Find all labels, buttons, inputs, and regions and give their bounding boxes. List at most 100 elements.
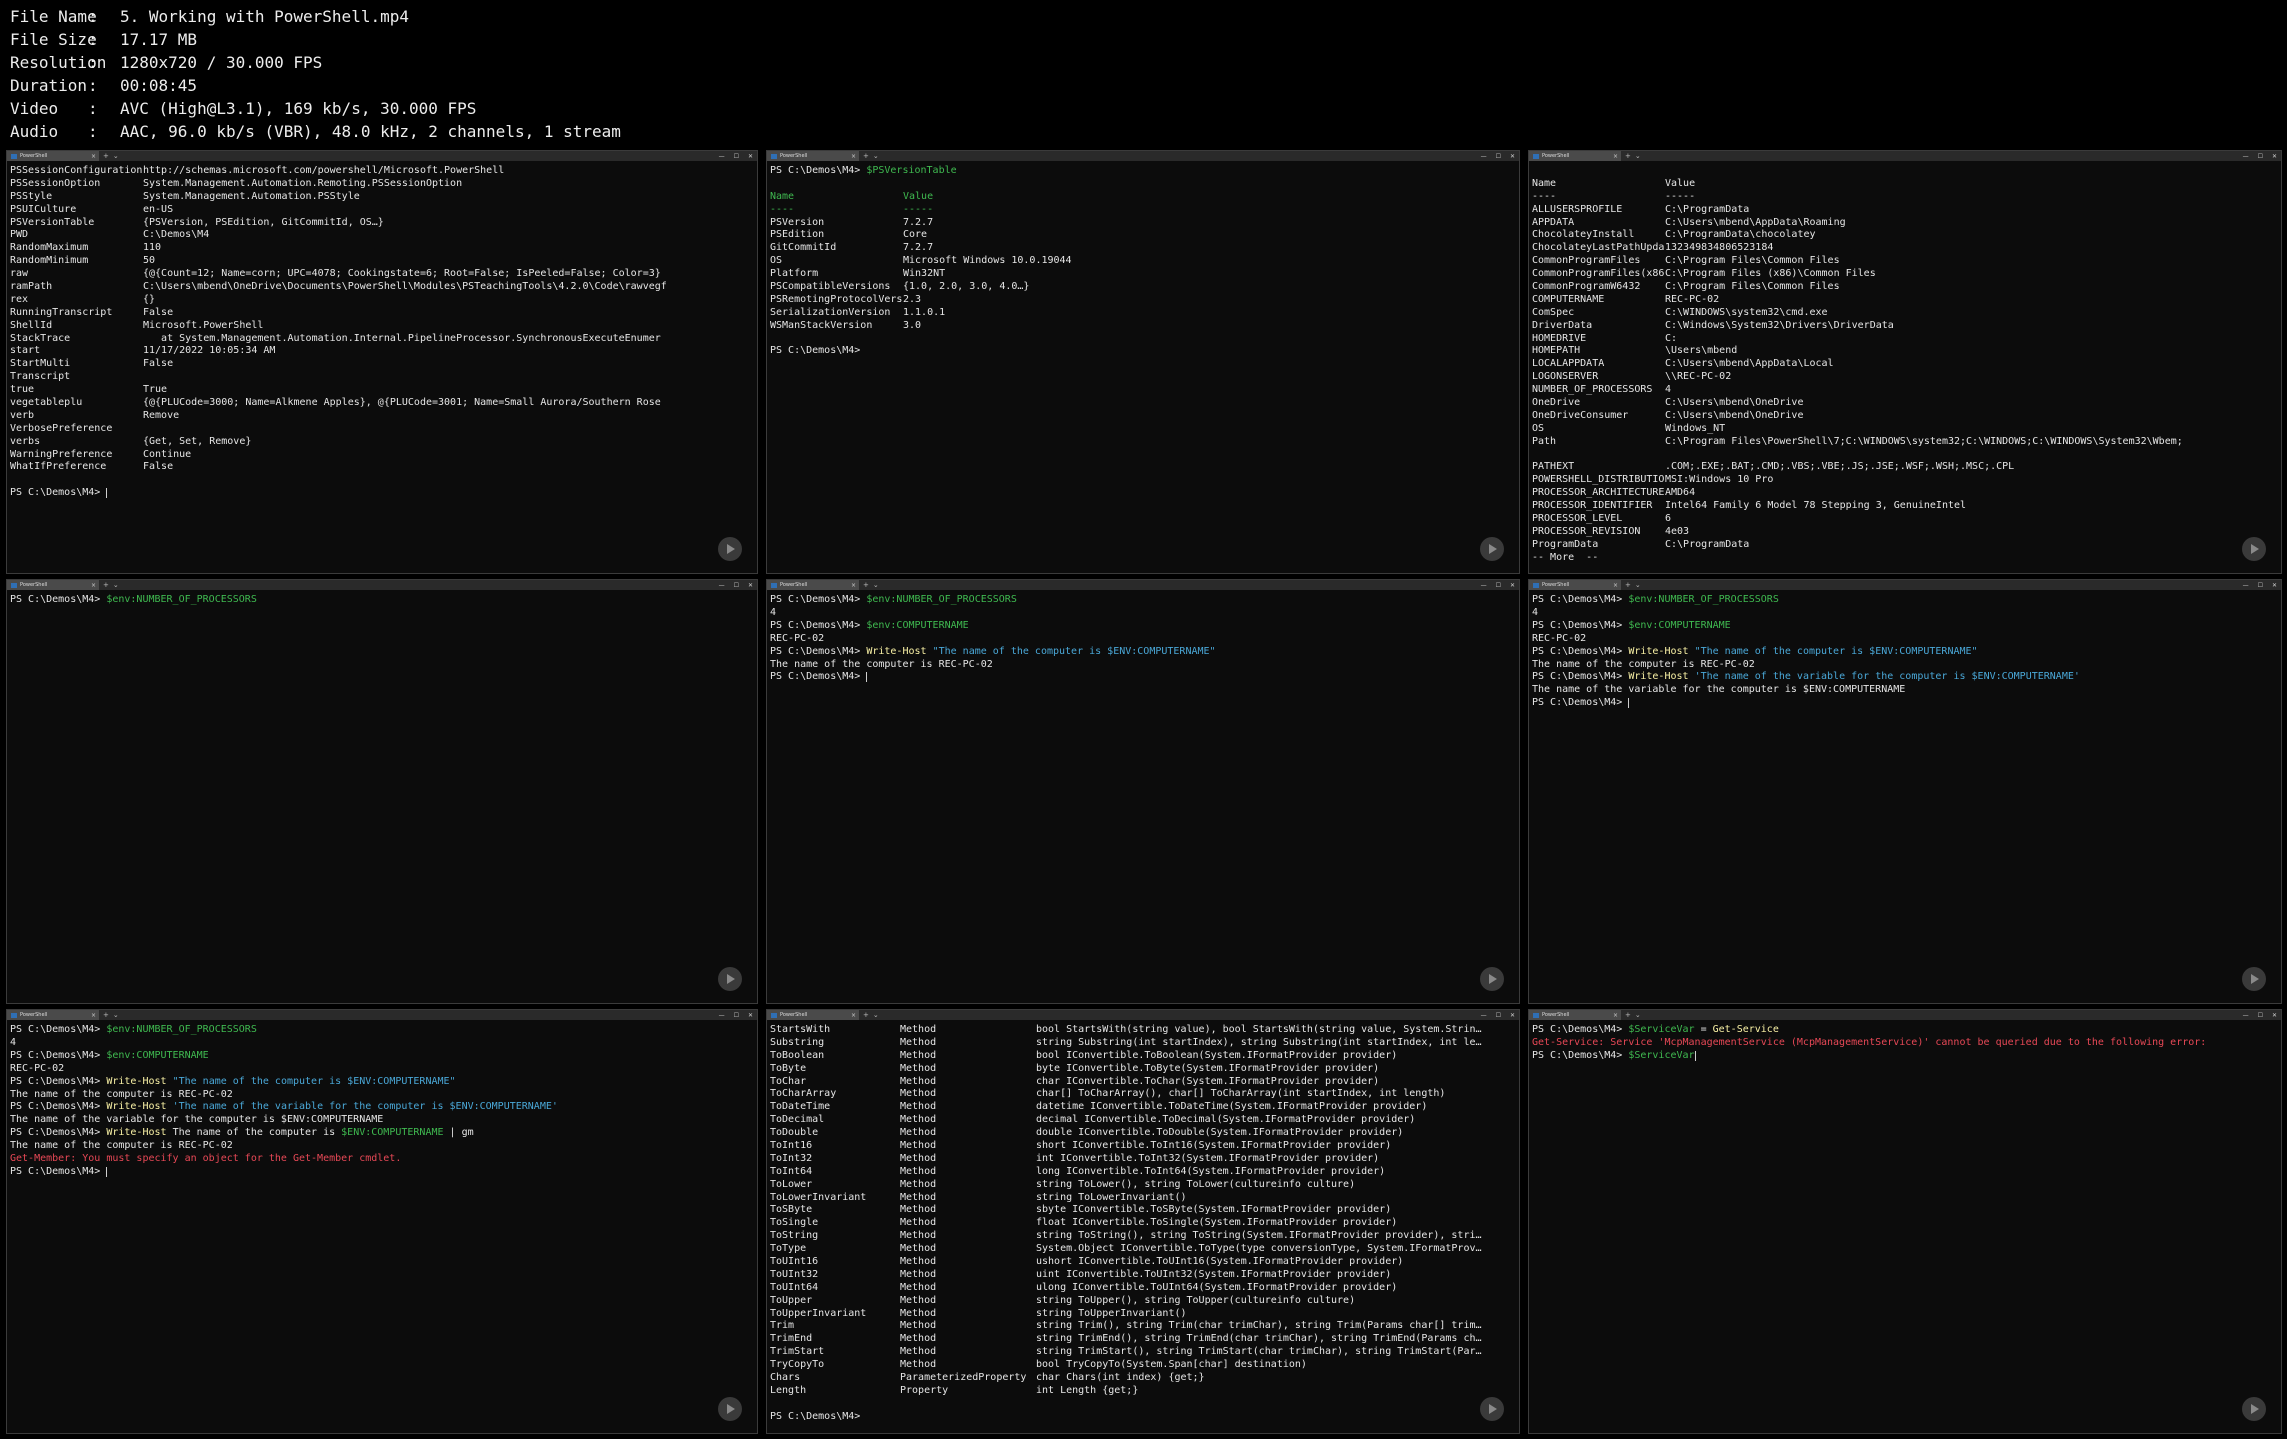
- terminal-output[interactable]: PSSessionConfigurationNamehttp://schemas…: [7, 161, 757, 504]
- new-tab-icon[interactable]: +: [103, 152, 109, 160]
- title-bar[interactable]: PowerShell × + ⌄ — ☐ ✕: [767, 151, 1519, 161]
- terminal-tab[interactable]: PowerShell ×: [7, 151, 99, 161]
- play-button[interactable]: [2242, 967, 2266, 991]
- tab-close-icon[interactable]: ×: [91, 153, 96, 160]
- terminal-window[interactable]: PowerShell × + ⌄ — ☐ ✕ PSSessionConfigurationNa…: [6, 150, 758, 574]
- new-tab-icon[interactable]: +: [863, 1011, 869, 1019]
- chevron-down-icon[interactable]: ⌄: [873, 152, 879, 160]
- chevron-down-icon[interactable]: ⌄: [113, 1011, 119, 1019]
- close-icon[interactable]: ✕: [2272, 582, 2277, 589]
- minimize-icon[interactable]: —: [719, 153, 725, 160]
- tab-close-icon[interactable]: ×: [851, 582, 856, 589]
- title-bar[interactable]: PowerShell × + ⌄ — ☐ ✕: [7, 580, 757, 590]
- minimize-icon[interactable]: —: [1481, 1012, 1487, 1019]
- minimize-icon[interactable]: —: [1481, 582, 1487, 589]
- tab-close-icon[interactable]: ×: [1613, 153, 1618, 160]
- terminal-output[interactable]: PS C:\Demos\M4> $env:NUMBER_OF_PROCESSOR…: [7, 590, 757, 611]
- close-icon[interactable]: ✕: [748, 1012, 753, 1019]
- title-bar[interactable]: PowerShell × + ⌄ — ☐ ✕: [7, 1010, 757, 1020]
- play-button[interactable]: [718, 537, 742, 561]
- play-button[interactable]: [1480, 1397, 1504, 1421]
- close-icon[interactable]: ✕: [1510, 582, 1515, 589]
- new-tab-icon[interactable]: +: [103, 581, 109, 589]
- terminal-tab[interactable]: PowerShell ×: [7, 1010, 99, 1020]
- new-tab-icon[interactable]: +: [863, 152, 869, 160]
- new-tab-icon[interactable]: +: [1625, 152, 1631, 160]
- maximize-icon[interactable]: ☐: [2258, 1012, 2263, 1019]
- maximize-icon[interactable]: ☐: [1496, 153, 1501, 160]
- terminal-window[interactable]: PowerShell × + ⌄ — ☐ ✕ Name Value ---- ----- ALLUSE…: [1528, 150, 2282, 574]
- title-bar[interactable]: PowerShell × + ⌄ — ☐ ✕: [1529, 580, 2281, 590]
- chevron-down-icon[interactable]: ⌄: [113, 581, 119, 589]
- play-button[interactable]: [718, 967, 742, 991]
- title-bar[interactable]: PowerShell × + ⌄ — ☐ ✕: [767, 1010, 1519, 1020]
- close-icon[interactable]: ✕: [2272, 153, 2277, 160]
- minimize-icon[interactable]: —: [719, 1012, 725, 1019]
- tab-close-icon[interactable]: ×: [851, 153, 856, 160]
- new-tab-icon[interactable]: +: [863, 581, 869, 589]
- minimize-icon[interactable]: —: [719, 582, 725, 589]
- play-button[interactable]: [718, 1397, 742, 1421]
- property-name: PSSessionConfigurationName: [10, 165, 143, 176]
- title-bar[interactable]: PowerShell × + ⌄ — ☐ ✕: [7, 151, 757, 161]
- close-icon[interactable]: ✕: [748, 582, 753, 589]
- tab-close-icon[interactable]: ×: [91, 582, 96, 589]
- maximize-icon[interactable]: ☐: [734, 1012, 739, 1019]
- chevron-down-icon[interactable]: ⌄: [1635, 1011, 1641, 1019]
- chevron-down-icon[interactable]: ⌄: [873, 1011, 879, 1019]
- new-tab-icon[interactable]: +: [103, 1011, 109, 1019]
- new-tab-icon[interactable]: +: [1625, 1011, 1631, 1019]
- minimize-icon[interactable]: —: [2243, 1012, 2249, 1019]
- tab-close-icon[interactable]: ×: [851, 1012, 856, 1019]
- terminal-tab[interactable]: PowerShell ×: [1529, 580, 1621, 590]
- title-bar[interactable]: PowerShell × + ⌄ — ☐ ✕: [1529, 151, 2281, 161]
- terminal-output[interactable]: PS C:\Demos\M4> $env:NUMBER_OF_PROCESSOR…: [1529, 590, 2281, 714]
- maximize-icon[interactable]: ☐: [2258, 153, 2263, 160]
- terminal-window[interactable]: PowerShell × + ⌄ — ☐ ✕ PS C:\Demos\M4> $env:NUM…: [6, 579, 758, 1004]
- maximize-icon[interactable]: ☐: [1496, 582, 1501, 589]
- chevron-down-icon[interactable]: ⌄: [1635, 581, 1641, 589]
- maximize-icon[interactable]: ☐: [734, 582, 739, 589]
- maximize-icon[interactable]: ☐: [1496, 1012, 1501, 1019]
- minimize-icon[interactable]: —: [2243, 582, 2249, 589]
- terminal-window[interactable]: PowerShell × + ⌄ — ☐ ✕ PS C:\Demos\M4> $env:NUM…: [6, 1009, 758, 1434]
- play-button[interactable]: [2242, 537, 2266, 561]
- terminal-output[interactable]: PS C:\Demos\M4> $ServiceVar = Get-Servic…: [1529, 1020, 2281, 1067]
- terminal-window[interactable]: PowerShell × + ⌄ — ☐ ✕ PS C:\Demos\M4> $Service…: [1528, 1009, 2282, 1434]
- play-button[interactable]: [1480, 537, 1504, 561]
- terminal-window[interactable]: PowerShell × + ⌄ — ☐ ✕ PS C:\Demos\M4> $env:NUM…: [1528, 579, 2282, 1004]
- terminal-tab[interactable]: PowerShell ×: [767, 151, 859, 161]
- close-icon[interactable]: ✕: [2272, 1012, 2277, 1019]
- tab-close-icon[interactable]: ×: [1613, 1012, 1618, 1019]
- terminal-tab[interactable]: PowerShell ×: [767, 1010, 859, 1020]
- terminal-output[interactable]: PS C:\Demos\M4> $PSVersionTable Name Value…: [767, 161, 1519, 362]
- terminal-tab[interactable]: PowerShell ×: [7, 580, 99, 590]
- chevron-down-icon[interactable]: ⌄: [1635, 152, 1641, 160]
- chevron-down-icon[interactable]: ⌄: [113, 152, 119, 160]
- title-bar[interactable]: PowerShell × + ⌄ — ☐ ✕: [767, 580, 1519, 590]
- terminal-window[interactable]: PowerShell × + ⌄ — ☐ ✕ StartsWith Method bool Sta…: [766, 1009, 1520, 1434]
- terminal-tab[interactable]: PowerShell ×: [1529, 151, 1621, 161]
- terminal-output[interactable]: PS C:\Demos\M4> $env:NUMBER_OF_PROCESSOR…: [767, 590, 1519, 688]
- maximize-icon[interactable]: ☐: [2258, 582, 2263, 589]
- terminal-tab[interactable]: PowerShell ×: [767, 580, 859, 590]
- close-icon[interactable]: ✕: [1510, 153, 1515, 160]
- play-button[interactable]: [1480, 967, 1504, 991]
- close-icon[interactable]: ✕: [748, 153, 753, 160]
- tab-close-icon[interactable]: ×: [1613, 582, 1618, 589]
- terminal-output[interactable]: PS C:\Demos\M4> $env:NUMBER_OF_PROCESSOR…: [7, 1020, 757, 1183]
- tab-close-icon[interactable]: ×: [91, 1012, 96, 1019]
- maximize-icon[interactable]: ☐: [734, 153, 739, 160]
- terminal-output[interactable]: Name Value ---- ----- ALLUSERSPROFILE C:\Prog…: [1529, 161, 2281, 569]
- close-icon[interactable]: ✕: [1510, 1012, 1515, 1019]
- chevron-down-icon[interactable]: ⌄: [873, 581, 879, 589]
- terminal-window[interactable]: PowerShell × + ⌄ — ☐ ✕ PS C:\Demos\M4> $env:NUM…: [766, 579, 1520, 1004]
- minimize-icon[interactable]: —: [2243, 153, 2249, 160]
- play-button[interactable]: [2242, 1397, 2266, 1421]
- terminal-tab[interactable]: PowerShell ×: [1529, 1010, 1621, 1020]
- terminal-window[interactable]: PowerShell × + ⌄ — ☐ ✕ PS C:\Demos\M4> $PSVersi…: [766, 150, 1520, 574]
- minimize-icon[interactable]: —: [1481, 153, 1487, 160]
- terminal-output[interactable]: StartsWith Method bool StartsWith(string v…: [767, 1020, 1519, 1428]
- title-bar[interactable]: PowerShell × + ⌄ — ☐ ✕: [1529, 1010, 2281, 1020]
- new-tab-icon[interactable]: +: [1625, 581, 1631, 589]
